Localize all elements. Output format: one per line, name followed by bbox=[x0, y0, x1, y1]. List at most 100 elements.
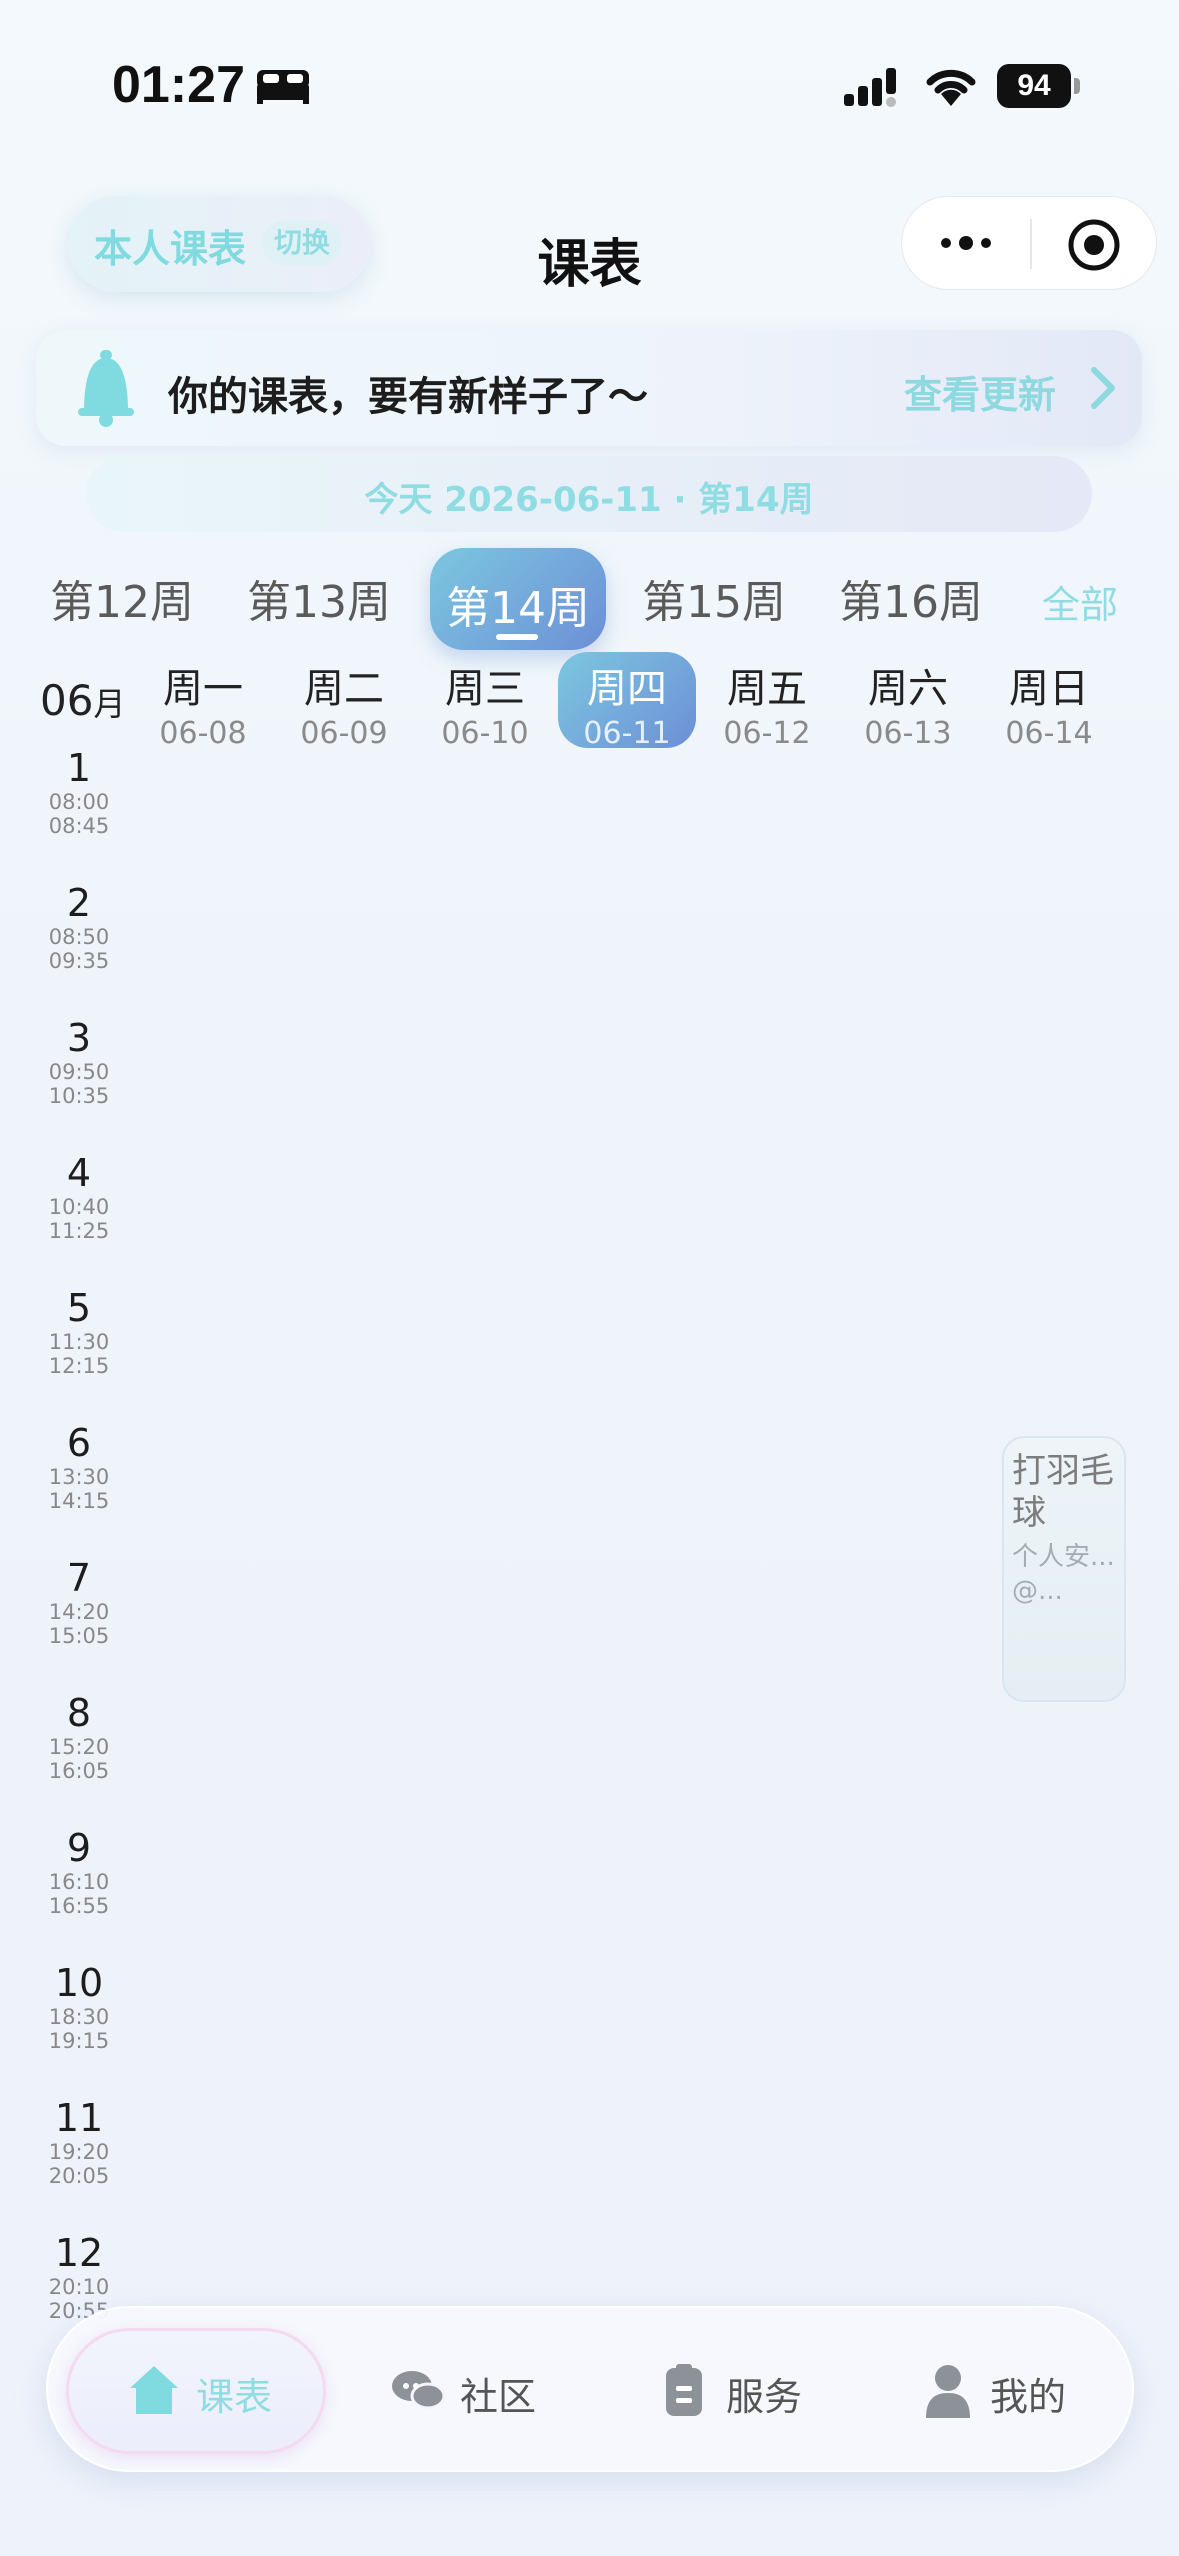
period-start: 10:40 bbox=[48, 1195, 110, 1219]
battery-indicator: 94 bbox=[997, 64, 1080, 108]
period-end: 20:05 bbox=[48, 2164, 110, 2188]
notice-text: 你的课表，要有新样子了～ bbox=[168, 374, 648, 420]
period-number: 12 bbox=[54, 2231, 104, 2275]
tab-label: 社区 bbox=[460, 2375, 537, 2419]
week-tab-12[interactable]: 第12周 bbox=[50, 566, 194, 630]
week-tab-16[interactable]: 第16周 bbox=[839, 566, 983, 630]
period-9: 9 16:10 16:55 bbox=[38, 1826, 120, 1918]
period-7: 7 14:20 15:05 bbox=[38, 1556, 120, 1648]
today-text: 今天 2026-06-11 · 第14周 bbox=[364, 480, 814, 520]
status-bar: 01:27 94 bbox=[0, 0, 1179, 170]
period-end: 15:05 bbox=[48, 1624, 110, 1648]
day-name: 周五 bbox=[727, 666, 807, 712]
period-start: 14:20 bbox=[48, 1600, 110, 1624]
day-name: 周四 bbox=[587, 666, 667, 712]
period-end: 16:55 bbox=[48, 1894, 110, 1918]
day-header-mon: 周一 06-08 bbox=[138, 652, 268, 751]
day-header-fri: 周五 06-12 bbox=[702, 652, 832, 751]
period-start: 08:50 bbox=[48, 925, 110, 949]
day-date: 06-08 bbox=[159, 716, 247, 751]
day-date: 06-10 bbox=[441, 716, 529, 751]
day-date: 06-13 bbox=[864, 716, 952, 751]
month-label: 06月 bbox=[40, 676, 125, 725]
update-notice-banner[interactable]: 你的课表，要有新样子了～ 查看更新 bbox=[36, 330, 1142, 446]
period-4: 4 10:40 11:25 bbox=[38, 1151, 120, 1243]
month-number: 06 bbox=[40, 676, 94, 725]
week-tab-13[interactable]: 第13周 bbox=[247, 566, 391, 630]
period-start: 20:10 bbox=[48, 2275, 110, 2299]
clipboard-icon bbox=[666, 2364, 702, 2416]
course-location: 个人安... bbox=[1012, 1542, 1115, 1572]
period-end: 09:35 bbox=[48, 949, 110, 973]
all-weeks-button[interactable]: 全部 bbox=[1042, 574, 1118, 629]
period-end: 14:15 bbox=[48, 1489, 110, 1513]
period-number: 10 bbox=[54, 1961, 104, 2005]
view-update-link[interactable]: 查看更新 bbox=[904, 364, 1056, 419]
period-number: 4 bbox=[66, 1151, 92, 1195]
period-2: 2 08:50 09:35 bbox=[38, 881, 120, 973]
period-start: 16:10 bbox=[48, 1870, 110, 1894]
period-number: 3 bbox=[66, 1016, 92, 1060]
day-header-thu-inner: 周四 06-11 bbox=[562, 652, 692, 751]
day-header-thu: 周四 06-11 bbox=[558, 652, 696, 751]
tab-services[interactable]: 服务 bbox=[656, 2356, 836, 2426]
course-title: 打羽毛球 bbox=[1012, 1451, 1114, 1533]
signal-icon bbox=[844, 68, 896, 107]
tab-label: 服务 bbox=[726, 2375, 803, 2419]
miniprogram-capsule bbox=[901, 196, 1157, 290]
week-tab-14-label: 第14周 bbox=[446, 583, 590, 634]
period-6: 6 13:30 14:15 bbox=[38, 1421, 120, 1513]
period-end: 10:35 bbox=[48, 1084, 110, 1108]
week-active-indicator bbox=[496, 634, 538, 640]
capsule-divider bbox=[1030, 219, 1032, 269]
period-start: 09:50 bbox=[48, 1060, 110, 1084]
today-indicator[interactable]: 今天 2026-06-11 · 第14周 bbox=[86, 456, 1092, 532]
period-5: 5 11:30 12:15 bbox=[38, 1286, 120, 1378]
period-end: 08:45 bbox=[48, 814, 110, 838]
period-start: 15:20 bbox=[48, 1735, 110, 1759]
course-card[interactable]: 打羽毛球 个人安... @... bbox=[1002, 1436, 1126, 1702]
user-icon bbox=[926, 2365, 970, 2418]
day-name: 周日 bbox=[1009, 666, 1089, 712]
period-end: 19:15 bbox=[48, 2029, 110, 2053]
day-header-tue: 周二 06-09 bbox=[279, 652, 409, 751]
status-time: 01:27 bbox=[112, 56, 245, 114]
period-end: 12:15 bbox=[48, 1354, 110, 1378]
day-header-wed: 周三 06-10 bbox=[420, 652, 550, 751]
week-tab-14[interactable]: 第14周 bbox=[430, 548, 606, 650]
day-date: 06-14 bbox=[1005, 716, 1093, 751]
tab-profile[interactable]: 我的 bbox=[920, 2356, 1100, 2426]
period-number: 11 bbox=[54, 2096, 104, 2140]
close-miniprogram-icon[interactable] bbox=[1066, 217, 1122, 273]
period-end: 16:05 bbox=[48, 1759, 110, 1783]
day-header-sat: 周六 06-13 bbox=[843, 652, 973, 751]
day-name: 周三 bbox=[445, 666, 525, 712]
tab-community[interactable]: 社区 bbox=[390, 2356, 570, 2426]
chat-icon bbox=[392, 2371, 446, 2410]
day-name: 周一 bbox=[163, 666, 243, 712]
period-3: 3 09:50 10:35 bbox=[38, 1016, 120, 1108]
home-icon bbox=[130, 2366, 178, 2414]
more-icon[interactable] bbox=[936, 223, 996, 263]
day-header-sun: 周日 06-14 bbox=[984, 652, 1114, 751]
battery-level: 94 bbox=[997, 64, 1071, 108]
battery-cap bbox=[1074, 78, 1080, 94]
bottom-tab-bar: 课表 社区 服务 我的 bbox=[46, 2306, 1134, 2472]
tab-label: 课表 bbox=[196, 2375, 273, 2419]
period-end: 11:25 bbox=[48, 1219, 110, 1243]
period-10: 10 18:30 19:15 bbox=[38, 1961, 120, 2053]
period-number: 1 bbox=[66, 746, 92, 790]
bed-icon bbox=[257, 70, 309, 104]
period-start: 11:30 bbox=[48, 1330, 110, 1354]
period-start: 19:20 bbox=[48, 2140, 110, 2164]
period-start: 13:30 bbox=[48, 1465, 110, 1489]
period-8: 8 15:20 16:05 bbox=[38, 1691, 120, 1783]
day-name: 周二 bbox=[304, 666, 384, 712]
period-1: 1 08:00 08:45 bbox=[38, 746, 120, 838]
chevron-right-icon bbox=[1091, 367, 1115, 409]
tab-schedule[interactable]: 课表 bbox=[126, 2356, 306, 2426]
period-number: 2 bbox=[66, 881, 92, 925]
period-start: 08:00 bbox=[48, 790, 110, 814]
period-11: 11 19:20 20:05 bbox=[38, 2096, 120, 2188]
week-tab-15[interactable]: 第15周 bbox=[642, 566, 786, 630]
